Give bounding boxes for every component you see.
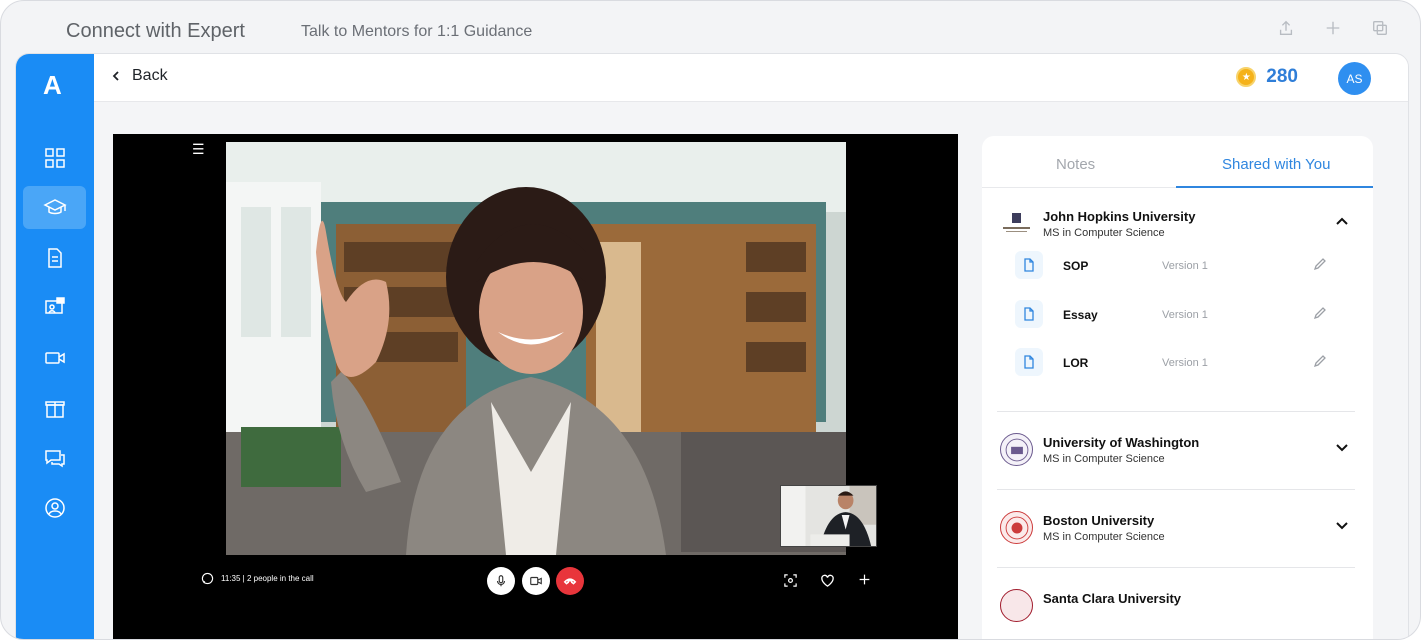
document-version: Version 1 xyxy=(1162,309,1208,321)
pencil-icon[interactable] xyxy=(1312,353,1328,369)
graduation-cap-icon xyxy=(42,198,67,214)
sidebar-item-rewards[interactable] xyxy=(23,386,86,429)
avatar[interactable]: AS xyxy=(1338,62,1371,95)
chevron-down-icon[interactable] xyxy=(1335,518,1349,532)
gift-icon xyxy=(44,400,65,418)
document-icon xyxy=(1015,348,1043,376)
add-participant-button[interactable] xyxy=(858,573,871,589)
title-bar: Connect with Expert Talk to Mentors for … xyxy=(1,1,1420,57)
mute-button[interactable] xyxy=(487,567,515,595)
app-logo[interactable]: A xyxy=(43,70,62,101)
sidebar-item-mentor[interactable] xyxy=(23,286,86,329)
app-frame: Connect with Expert Talk to Mentors for … xyxy=(0,0,1421,640)
university-name: University of Washington xyxy=(1043,435,1200,450)
phone-hangup-icon xyxy=(563,578,577,585)
university-program: MS in Computer Science xyxy=(1043,227,1165,239)
document-name: SOP xyxy=(1063,259,1089,273)
pencil-icon[interactable] xyxy=(1312,256,1328,272)
top-header: Back ★ 280 AS xyxy=(94,54,1408,102)
profile-icon xyxy=(44,497,65,518)
university-logo xyxy=(1000,207,1033,240)
call-meta: 11:35 | 2 people in the call xyxy=(201,572,314,585)
sidebar-item-profile[interactable] xyxy=(23,486,86,529)
video-camera-icon xyxy=(530,576,542,586)
end-call-button[interactable] xyxy=(556,567,584,595)
document-row-essay[interactable]: Essay Version 1 xyxy=(982,293,1373,333)
document-icon xyxy=(1015,251,1043,279)
mentor-session-icon xyxy=(44,296,65,314)
document-name: LOR xyxy=(1063,356,1089,370)
chevron-left-icon xyxy=(112,71,119,81)
microphone-icon xyxy=(496,575,506,587)
sidebar-item-chat[interactable] xyxy=(23,436,86,479)
menu-icon[interactable]: ☰ xyxy=(192,141,205,158)
app-subtitle: Talk to Mentors for 1:1 Guidance xyxy=(301,23,533,40)
app-title: Connect with Expert xyxy=(66,20,245,42)
coin-count: 280 xyxy=(1266,66,1298,87)
sidebar-item-courses[interactable] xyxy=(23,186,86,229)
chat-bubble-icon[interactable] xyxy=(201,572,214,585)
university-program: MS in Computer Science xyxy=(1043,453,1165,465)
divider xyxy=(997,489,1355,490)
pencil-icon[interactable] xyxy=(1312,305,1328,321)
document-version: Version 1 xyxy=(1162,260,1208,272)
focus-icon xyxy=(784,574,797,587)
document-row-sop[interactable]: SOP Version 1 xyxy=(982,244,1373,284)
video-camera-icon xyxy=(44,351,65,364)
call-meta-text: 11:35 | 2 people in the call xyxy=(221,574,314,583)
back-label: Back xyxy=(132,67,168,84)
title-bar-actions xyxy=(1276,17,1390,39)
divider xyxy=(997,411,1355,412)
heart-icon xyxy=(821,574,834,587)
university-name: Boston University xyxy=(1043,513,1155,528)
chevron-up-icon[interactable] xyxy=(1335,214,1349,228)
sidebar-item-dashboard[interactable] xyxy=(23,136,86,179)
document-icon xyxy=(47,247,62,268)
dashboard-icon xyxy=(44,147,65,168)
divider xyxy=(997,567,1355,568)
back-button[interactable]: Back xyxy=(110,67,168,85)
sidebar-item-video[interactable] xyxy=(23,336,86,379)
video-call-area: ☰ 11:35 | 2 people in the call xyxy=(113,134,958,639)
university-logo xyxy=(1000,589,1033,622)
tab-shared-with-you[interactable]: Shared with You xyxy=(1222,156,1330,173)
self-video-thumbnail xyxy=(780,485,877,547)
university-logo xyxy=(1000,511,1033,544)
sidebar-item-documents[interactable] xyxy=(23,236,86,279)
screenshot-button[interactable] xyxy=(783,573,798,591)
mentor-video-feed xyxy=(226,142,846,555)
active-tab-indicator xyxy=(1176,186,1373,188)
document-version: Version 1 xyxy=(1162,357,1208,369)
coin-icon: ★ xyxy=(1236,67,1257,87)
university-program: MS in Computer Science xyxy=(1043,531,1165,543)
panel-tabs: Notes Shared with You xyxy=(982,136,1373,188)
plus-icon xyxy=(859,574,870,585)
shared-documents-panel: Notes Shared with You John Hopkins Unive… xyxy=(982,136,1373,639)
university-name: John Hopkins University xyxy=(1043,209,1196,224)
tab-notes[interactable]: Notes xyxy=(1056,156,1095,173)
coin-balance[interactable]: ★ 280 xyxy=(1236,66,1298,88)
document-row-lor[interactable]: LOR Version 1 xyxy=(982,341,1373,381)
main-window: A Back ★ 280 AS ☰ 11:35 | 2 people in th… xyxy=(15,53,1409,639)
document-name: Essay xyxy=(1063,308,1098,322)
chat-icon xyxy=(44,449,65,467)
duplicate-icon[interactable] xyxy=(1370,17,1390,39)
share-icon[interactable] xyxy=(1276,17,1296,39)
university-logo xyxy=(1000,433,1033,466)
plus-icon[interactable] xyxy=(1323,17,1343,39)
chevron-down-icon[interactable] xyxy=(1335,440,1349,454)
sidebar: A xyxy=(16,54,94,639)
camera-toggle-button[interactable] xyxy=(522,567,550,595)
like-button[interactable] xyxy=(820,573,835,591)
document-icon xyxy=(1015,300,1043,328)
